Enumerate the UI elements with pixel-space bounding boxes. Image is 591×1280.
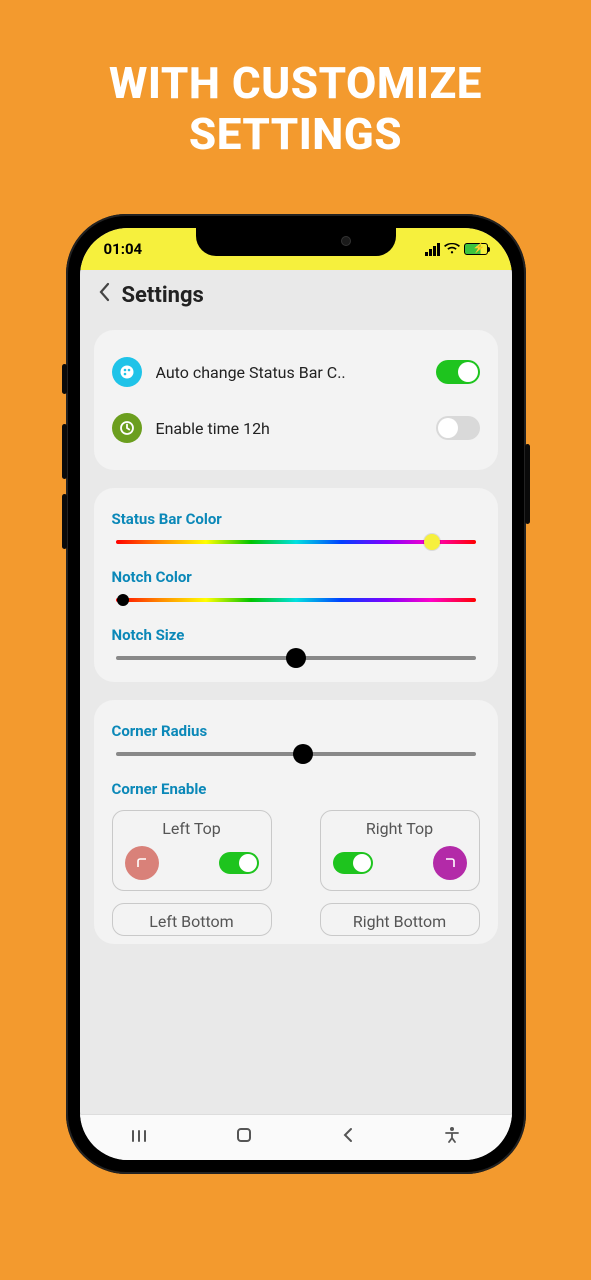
promo-line2: SETTINGS — [109, 109, 482, 160]
phone-screen: 01:04 ⚡ Settings — [80, 228, 512, 1160]
back-icon[interactable] — [98, 282, 110, 308]
toggle-corner-lt[interactable] — [219, 852, 259, 874]
slider-notch-color[interactable] — [116, 598, 476, 602]
corner-box-right-bottom: Right Bottom — [320, 903, 480, 936]
status-icons: ⚡ — [425, 243, 488, 256]
slider-corner-radius[interactable] — [116, 752, 476, 756]
section-corner-radius: Corner Radius — [112, 722, 480, 756]
nav-accessibility-icon[interactable] — [432, 1126, 472, 1149]
notch — [196, 228, 396, 256]
nav-recents-icon[interactable] — [120, 1127, 160, 1148]
status-bar: 01:04 ⚡ — [80, 228, 512, 270]
label-status-bar-color: Status Bar Color — [112, 510, 480, 528]
corner-box-right-top: Right Top — [320, 810, 480, 891]
palette-icon — [112, 357, 142, 387]
battery-icon: ⚡ — [464, 243, 488, 255]
corner-title-rb: Right Bottom — [333, 912, 467, 931]
section-corner-enable: Corner Enable Left Top — [112, 780, 480, 936]
settings-content: Auto change Status Bar C.. Enable time 1… — [80, 320, 512, 1114]
card-corners: Corner Radius Corner Enable Left Top — [94, 700, 498, 944]
label-notch-size: Notch Size — [112, 626, 480, 644]
phone-frame: 01:04 ⚡ Settings — [66, 214, 526, 1174]
label-corner-radius: Corner Radius — [112, 722, 480, 740]
android-navbar — [80, 1114, 512, 1160]
card-general: Auto change Status Bar C.. Enable time 1… — [94, 330, 498, 470]
section-notch-size: Notch Size — [112, 626, 480, 660]
row-time-12h: Enable time 12h — [112, 408, 480, 448]
label-corner-enable: Corner Enable — [112, 780, 480, 798]
nav-home-icon[interactable] — [224, 1126, 264, 1149]
toggle-corner-rt[interactable] — [333, 852, 373, 874]
phone-side-button — [62, 424, 67, 479]
card-colors: Status Bar Color Notch Color Notch Size — [94, 488, 498, 682]
clock-icon — [112, 413, 142, 443]
slider-status-bar-color[interactable] — [116, 540, 476, 544]
corner-box-left-bottom: Left Bottom — [112, 903, 272, 936]
phone-side-button — [525, 444, 530, 524]
corner-rt-icon[interactable] — [433, 846, 467, 880]
label-notch-color: Notch Color — [112, 568, 480, 586]
promo-heading: WITH CUSTOMIZE SETTINGS — [109, 58, 482, 159]
corner-title-lt: Left Top — [125, 819, 259, 838]
toggle-auto-color[interactable] — [436, 360, 480, 384]
app-header: Settings — [80, 270, 512, 320]
corner-lt-icon[interactable] — [125, 846, 159, 880]
toggle-time-12h[interactable] — [436, 416, 480, 440]
corner-box-left-top: Left Top — [112, 810, 272, 891]
row-time-12h-label: Enable time 12h — [156, 419, 422, 438]
row-auto-color-label: Auto change Status Bar C.. — [156, 363, 422, 382]
wifi-icon — [444, 243, 460, 255]
corner-title-lb: Left Bottom — [125, 912, 259, 931]
section-status-bar-color: Status Bar Color — [112, 510, 480, 544]
phone-side-button — [62, 494, 67, 549]
row-auto-color: Auto change Status Bar C.. — [112, 352, 480, 392]
status-time: 01:04 — [104, 240, 143, 258]
nav-back-icon[interactable] — [328, 1127, 368, 1148]
section-notch-color: Notch Color — [112, 568, 480, 602]
promo-line1: WITH CUSTOMIZE — [109, 58, 482, 109]
phone-side-button — [62, 364, 67, 394]
signal-icon — [425, 243, 440, 256]
slider-notch-size[interactable] — [116, 656, 476, 660]
page-title: Settings — [122, 283, 204, 308]
corner-title-rt: Right Top — [333, 819, 467, 838]
